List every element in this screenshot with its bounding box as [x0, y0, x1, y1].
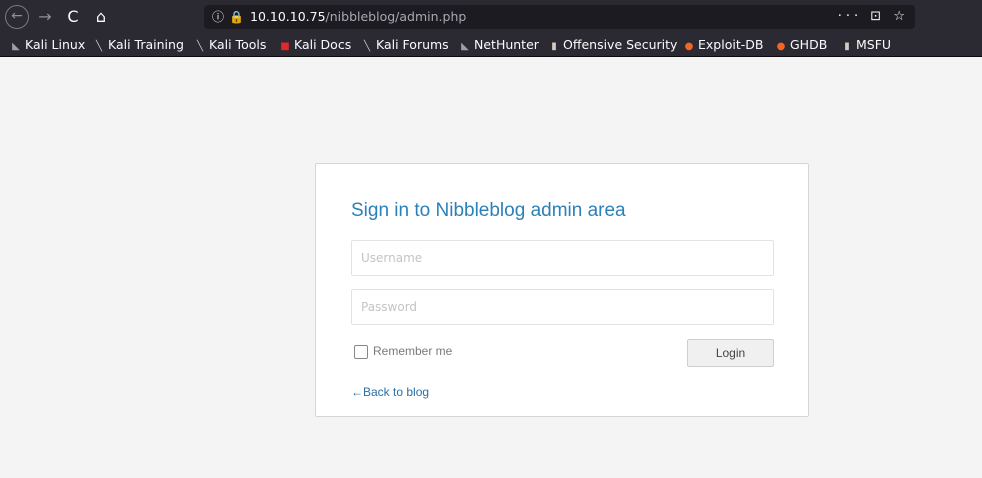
- kali-dragon-icon: ╲: [363, 41, 371, 52]
- bookmark-kali-docs[interactable]: ■ Kali Docs: [279, 34, 351, 56]
- nethunter-icon: ◣: [461, 41, 469, 52]
- insecure-lock-icon[interactable]: 🔒: [229, 5, 244, 29]
- remember-me-label[interactable]: Remember me: [373, 344, 452, 358]
- bookmark-kali-training[interactable]: ╲ Kali Training: [93, 34, 184, 56]
- bookmark-ghdb[interactable]: ● GHDB: [775, 34, 828, 56]
- info-icon[interactable]: ⓘ: [212, 5, 224, 29]
- login-title: Sign in to Nibbleblog admin area: [351, 200, 626, 221]
- kali-docs-icon: ■: [280, 41, 290, 52]
- bookmark-kali-tools[interactable]: ╲ Kali Tools: [194, 34, 266, 56]
- login-card: Sign in to Nibbleblog admin area Remembe…: [315, 163, 809, 417]
- back-button[interactable]: ←: [5, 5, 29, 29]
- remember-me-checkbox[interactable]: [354, 345, 368, 359]
- bookmark-label: Kali Tools: [209, 37, 267, 52]
- bookmark-kali-linux[interactable]: ◣ Kali Linux: [10, 34, 85, 56]
- bookmark-label: Exploit-DB: [698, 37, 764, 52]
- page-content: Sign in to Nibbleblog admin area Remembe…: [0, 57, 982, 478]
- url-text[interactable]: 10.10.10.75/nibbleblog/admin.php: [250, 5, 466, 29]
- bookmark-exploit-db[interactable]: ● Exploit-DB: [683, 34, 764, 56]
- ghdb-icon: ●: [776, 41, 786, 52]
- bookmark-label: NetHunter: [474, 37, 539, 52]
- url-host: 10.10.10.75: [250, 9, 326, 24]
- bookmark-nethunter[interactable]: ◣ NetHunter: [459, 34, 539, 56]
- bookmark-kali-forums[interactable]: ╲ Kali Forums: [361, 34, 449, 56]
- bookmark-label: Kali Docs: [294, 37, 352, 52]
- password-input[interactable]: [351, 289, 774, 325]
- page-actions-icons[interactable]: ··· ⊡ ☆: [838, 5, 909, 29]
- forward-button[interactable]: →: [33, 5, 57, 29]
- exploit-db-icon: ●: [684, 41, 694, 52]
- bookmark-label: Kali Training: [108, 37, 184, 52]
- bookmark-label: GHDB: [790, 37, 828, 52]
- bookmarks-bar: ◣ Kali Linux ╲ Kali Training ╲ Kali Tools ■…: [0, 34, 982, 57]
- bookmark-label: Kali Forums: [376, 37, 449, 52]
- bookmark-label: MSFU: [856, 37, 892, 52]
- back-to-blog-link[interactable]: ←Back to blog: [351, 385, 429, 399]
- url-path: /nibbleblog/admin.php: [325, 9, 467, 24]
- bookmark-msfu[interactable]: ▮ MSFU: [841, 34, 891, 56]
- kali-dragon-icon: ◣: [12, 41, 20, 52]
- url-bar[interactable]: ⓘ 🔒 10.10.10.75/nibbleblog/admin.php ···…: [204, 5, 915, 29]
- browser-toolbar: ← → C ⌂ ⓘ 🔒 10.10.10.75/nibbleblog/admin…: [0, 0, 982, 34]
- username-input[interactable]: [351, 240, 774, 276]
- kali-dragon-icon: ╲: [95, 41, 103, 52]
- offsec-icon: ▮: [551, 41, 557, 52]
- login-button[interactable]: Login: [687, 339, 774, 367]
- msfu-icon: ▮: [844, 41, 850, 52]
- bookmark-offensive-security[interactable]: ▮ Offensive Security: [548, 34, 677, 56]
- bookmark-label: Kali Linux: [25, 37, 86, 52]
- kali-dragon-icon: ╲: [196, 41, 204, 52]
- home-button[interactable]: ⌂: [89, 5, 113, 29]
- reload-button[interactable]: C: [61, 5, 85, 29]
- bookmark-label: Offensive Security: [563, 37, 678, 52]
